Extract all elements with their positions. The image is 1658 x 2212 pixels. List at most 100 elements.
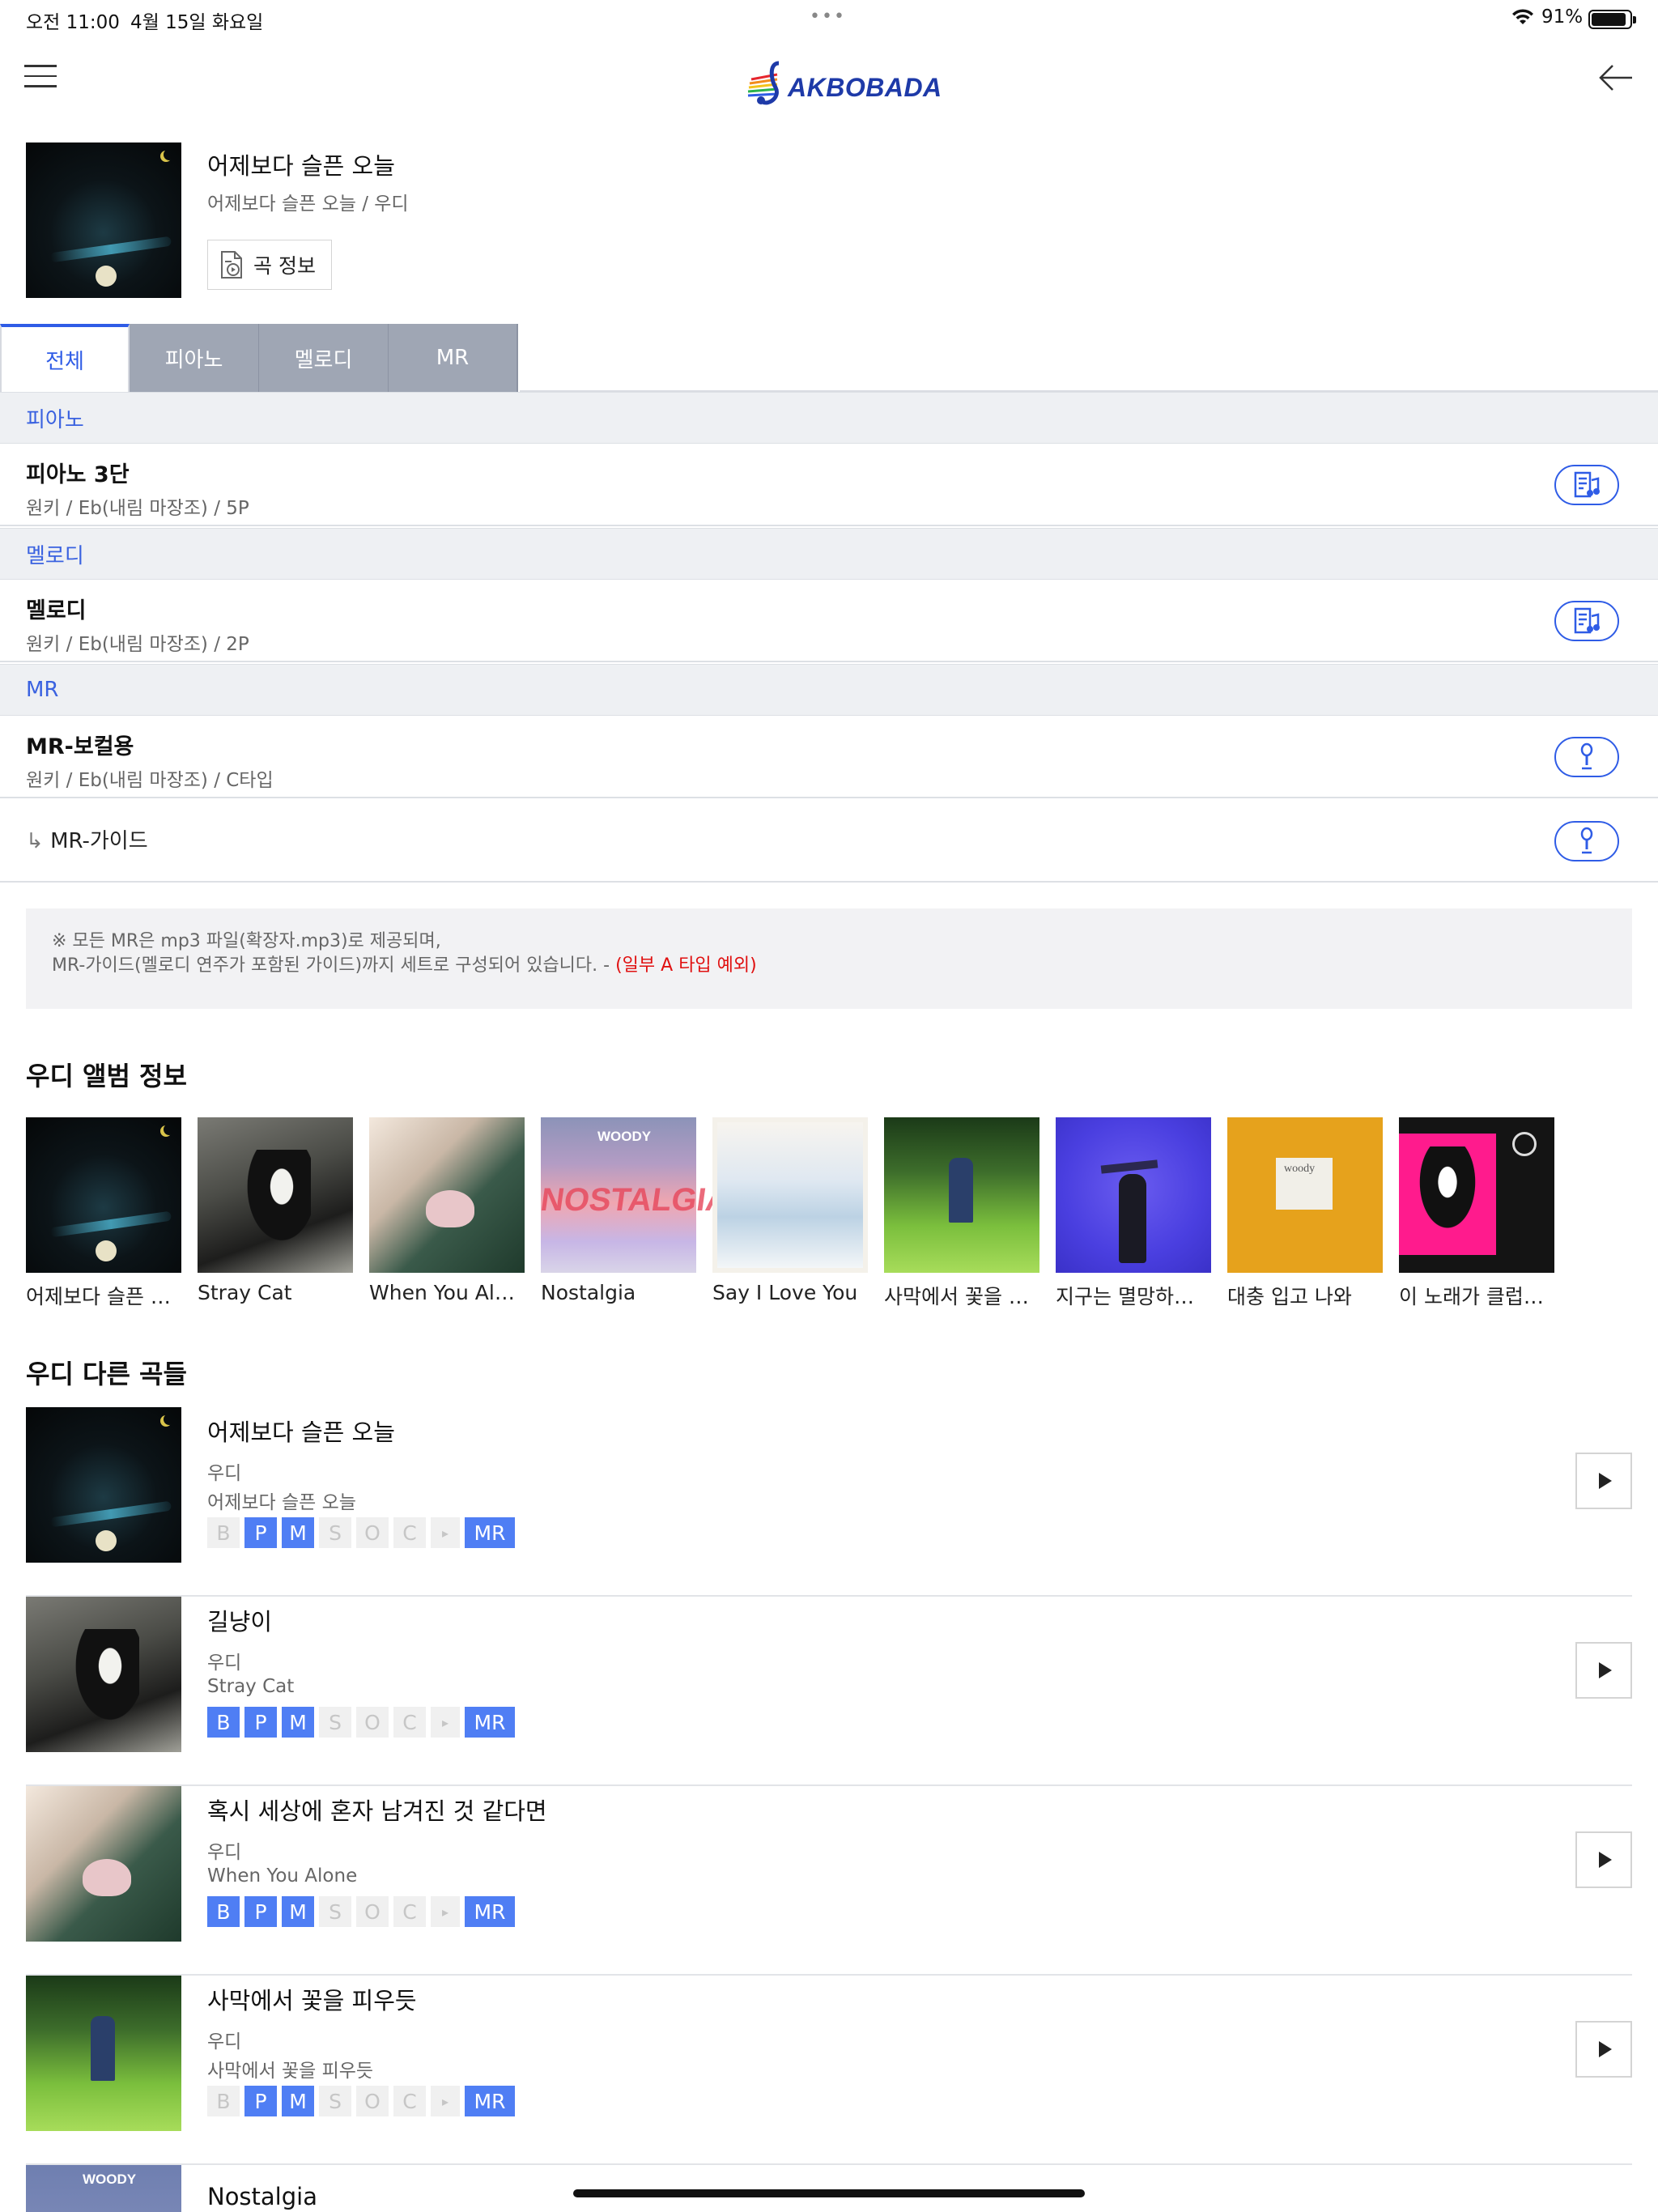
song-row-artist: 우디 <box>207 1842 242 1863</box>
sheet-music-icon <box>1574 471 1600 498</box>
sheet-meta: 원키 / Eb(내림 마장조) / 2P <box>26 634 249 655</box>
sheet-music-button[interactable] <box>1554 465 1619 505</box>
play-icon[interactable] <box>1575 2021 1632 2078</box>
song-list-row[interactable]: WOODY Nostalgia <box>26 2165 1632 2212</box>
status-time: 오전 11:00 <box>26 12 120 33</box>
play-icon[interactable] <box>1575 1831 1632 1888</box>
sheet-music-icon <box>1574 607 1600 634</box>
album-card[interactable]: 지구는 멸망하지 않았다 <box>1056 1117 1211 1310</box>
album-card[interactable]: 어제보다 슬픈 오늘 <box>26 1117 181 1310</box>
badge-mr: MR <box>465 1707 515 1738</box>
mr-row-guide[interactable]: ↳ MR-가이드 <box>0 800 1658 883</box>
song-cover-image <box>26 1976 181 2131</box>
album-name: Stray Cat <box>198 1281 292 1304</box>
badge-s: S <box>319 2086 351 2116</box>
availability-badges: B P M S O C ▸ MR <box>207 1707 515 1738</box>
sheet-row-melody[interactable]: 멜로디 원키 / Eb(내림 마장조) / 2P <box>0 580 1658 662</box>
song-subtitle: 어제보다 슬픈 오늘 / 우디 <box>207 194 409 215</box>
badge-m: M <box>282 1517 314 1548</box>
mr-play-button[interactable] <box>1554 737 1619 777</box>
badge-c: C <box>393 1896 426 1927</box>
album-card[interactable]: woody 대충 입고 나와 <box>1227 1117 1383 1310</box>
album-card[interactable]: Say I Love You <box>712 1117 868 1304</box>
cover-text: NOSTALGIA <box>538 1182 732 1218</box>
notice-exception: (일부 A 타입 예외) <box>615 955 757 976</box>
notice-line-1: ※ 모든 MR은 mp3 파일(확장자.mp3)로 제공되며, <box>52 931 441 951</box>
song-list-row[interactable]: 혹시 세상에 혼자 남겨진 것 같다면 우디 When You Alone B … <box>26 1786 1632 1976</box>
badge-p: P <box>244 2086 277 2116</box>
other-songs-title: 우디 다른 곡들 <box>26 1359 187 1389</box>
song-cover-image <box>26 143 181 298</box>
album-card[interactable]: WOODY NOSTALGIA Nostalgia <box>538 1117 732 1304</box>
tab-mr[interactable]: MR <box>389 324 518 392</box>
battery-percent: 91% <box>1541 6 1584 28</box>
badge-m: M <box>282 1707 314 1738</box>
mr-guide-title: MR-가이드 <box>50 829 148 853</box>
mr-guide-play-button[interactable] <box>1554 821 1619 861</box>
badge-p: P <box>244 1707 277 1738</box>
logo-text: AKBOBADA <box>788 73 942 102</box>
mr-guide-label: ↳ MR-가이드 <box>26 824 148 854</box>
availability-badges: B P M S O C ▸ MR <box>207 1517 515 1548</box>
album-cover-image: woody <box>1227 1117 1383 1273</box>
album-card[interactable]: Stray Cat <box>198 1117 353 1304</box>
mr-row-vocal[interactable]: MR-보컬용 원키 / Eb(내림 마장조) / C타입 <box>0 716 1658 798</box>
song-row-title: 어제보다 슬픈 오늘 <box>207 1419 395 1446</box>
album-card[interactable]: 이 노래가 클럽에서 나온다면 <box>1399 1117 1554 1310</box>
badge-b: B <box>207 1896 240 1927</box>
battery-icon <box>1588 10 1636 29</box>
badge-s: S <box>319 1707 351 1738</box>
song-cover-image: WOODY <box>26 2165 181 2212</box>
badge-mr: MR <box>465 1517 515 1548</box>
akbobada-logo[interactable]: AKBOBADA <box>745 55 942 112</box>
album-card[interactable]: When You Alone <box>369 1117 525 1304</box>
song-list-row[interactable]: 사막에서 꽃을 피우듯 우디 사막에서 꽃을 피우듯 B P M S O C ▸… <box>26 1976 1632 2165</box>
tab-melody[interactable]: 멜로디 <box>259 324 389 392</box>
notice-line-2: MR-가이드(멜로디 연주가 포함된 가이드)까지 세트로 구성되어 있습니다.… <box>52 955 757 976</box>
mr-title: MR-보컬용 <box>26 734 134 759</box>
badge-play-icon: ▸ <box>431 2086 460 2116</box>
badge-b: B <box>207 1517 240 1548</box>
song-cover-image <box>26 1786 181 1942</box>
badge-c: C <box>393 1707 426 1738</box>
song-info-button[interactable]: 곡 정보 <box>207 240 332 290</box>
mr-meta: 원키 / Eb(내림 마장조) / C타입 <box>26 770 274 791</box>
sheet-row-piano[interactable]: 피아노 3단 원키 / Eb(내림 마장조) / 5P <box>0 444 1658 526</box>
section-header-mr: MR <box>0 664 1658 716</box>
home-indicator[interactable] <box>573 2189 1085 2197</box>
album-cover-image <box>1399 1117 1554 1273</box>
tab-piano[interactable]: 피아노 <box>130 324 259 392</box>
badge-o: O <box>356 1707 389 1738</box>
play-icon[interactable] <box>1575 1453 1632 1509</box>
sheet-meta: 원키 / Eb(내림 마장조) / 5P <box>26 498 249 519</box>
album-cover-image <box>198 1117 353 1273</box>
back-arrow-icon[interactable] <box>1598 62 1634 94</box>
badge-s: S <box>319 1896 351 1927</box>
album-card[interactable]: 사막에서 꽃을 피우듯 <box>884 1117 1039 1310</box>
section-header-melody: 멜로디 <box>0 528 1658 580</box>
badge-m: M <box>282 1896 314 1927</box>
sheet-music-button[interactable] <box>1554 601 1619 641</box>
album-name: 어제보다 슬픈 오늘 <box>26 1285 181 1308</box>
play-icon[interactable] <box>1575 1642 1632 1699</box>
song-row-artist: 우디 <box>207 1653 242 1674</box>
song-list-row[interactable]: 어제보다 슬픈 오늘 우디 어제보다 슬픈 오늘 B P M S O C ▸ M… <box>26 1407 1632 1597</box>
category-tabs: 전체 피아노 멜로디 MR <box>0 324 520 392</box>
cover-text: woody <box>1284 1163 1316 1175</box>
tab-all[interactable]: 전체 <box>0 324 130 392</box>
song-row-title: 길냥이 <box>207 1608 273 1636</box>
multitask-dots[interactable]: ••• <box>810 6 846 27</box>
microphone-icon <box>1580 742 1593 770</box>
album-name: 지구는 멸망하지 않았다 <box>1056 1285 1211 1308</box>
hamburger-icon[interactable] <box>24 65 57 89</box>
badge-play-icon: ▸ <box>431 1517 460 1548</box>
album-name: Nostalgia <box>541 1281 636 1304</box>
badge-mr: MR <box>465 2086 515 2116</box>
song-list-row[interactable]: 길냥이 우디 Stray Cat B P M S O C ▸ MR <box>26 1597 1632 1786</box>
badge-o: O <box>356 2086 389 2116</box>
badge-b: B <box>207 2086 240 2116</box>
song-row-artist: 우디 <box>207 2031 242 2052</box>
status-bar: 오전 11:00 4월 15일 화요일 ••• 91% <box>0 0 1658 39</box>
album-cover-image: WOODY NOSTALGIA <box>538 1117 732 1273</box>
album-name: 대충 입고 나와 <box>1227 1285 1352 1308</box>
